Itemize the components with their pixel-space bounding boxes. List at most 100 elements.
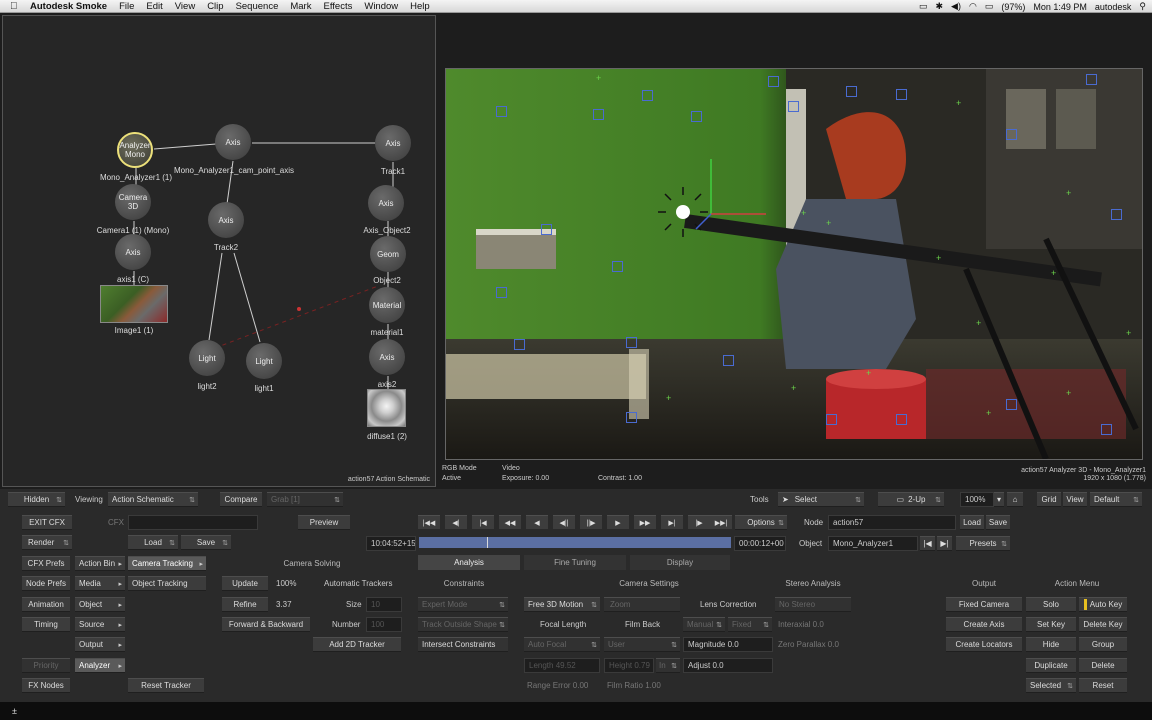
apple-icon[interactable]:  bbox=[10, 1, 20, 12]
object-tracking-button[interactable]: Object Tracking bbox=[128, 576, 206, 591]
tracker-box[interactable] bbox=[541, 224, 552, 235]
tracker-box[interactable] bbox=[1006, 399, 1017, 410]
view-button[interactable]: View bbox=[1063, 492, 1087, 507]
tracker-box[interactable] bbox=[1086, 74, 1097, 85]
animation-button[interactable]: Animation bbox=[22, 597, 70, 612]
tab-display[interactable]: Display bbox=[630, 555, 730, 570]
zoom-button[interactable]: Zoom bbox=[604, 597, 680, 612]
tracker-box[interactable] bbox=[1006, 129, 1017, 140]
step-back-icon[interactable]: ◀|| bbox=[553, 515, 575, 529]
object-button[interactable]: Object bbox=[75, 597, 125, 612]
load-dropdown[interactable]: Load bbox=[128, 535, 178, 550]
layout-dropdown[interactable]: ▭ 2-Up bbox=[878, 492, 944, 507]
compare-button[interactable]: Compare bbox=[220, 492, 262, 507]
menu-sequence[interactable]: Sequence bbox=[236, 1, 279, 12]
priority-button[interactable]: Priority bbox=[22, 658, 70, 673]
user-name[interactable]: autodesk bbox=[1095, 2, 1132, 12]
create-axis-button[interactable]: Create Axis bbox=[946, 617, 1022, 632]
menu-window[interactable]: Window bbox=[364, 1, 398, 12]
tracker-box[interactable] bbox=[896, 89, 907, 100]
length-field[interactable]: Length 49.52 bbox=[524, 658, 600, 673]
menu-view[interactable]: View bbox=[175, 1, 195, 12]
auto-focal-dropdown[interactable]: Auto Focal bbox=[524, 637, 600, 652]
camera-tracking-button[interactable]: Camera Tracking bbox=[128, 556, 206, 571]
grid-button[interactable]: Grid bbox=[1037, 492, 1061, 507]
action-bin-button[interactable]: Action Bin bbox=[75, 556, 125, 571]
menu-edit[interactable]: Edit bbox=[146, 1, 162, 12]
axis-node-top[interactable]: Axis bbox=[215, 124, 251, 160]
material-node[interactable]: Material bbox=[369, 287, 405, 323]
group-button[interactable]: Group bbox=[1079, 637, 1127, 652]
tracker-box[interactable] bbox=[642, 90, 653, 101]
tracker-box[interactable] bbox=[1101, 424, 1112, 435]
menu-help[interactable]: Help bbox=[410, 1, 430, 12]
next-key-icon[interactable]: |▶ bbox=[688, 515, 710, 529]
output-button[interactable]: Output bbox=[75, 637, 125, 652]
axis-c-node[interactable]: Axis bbox=[115, 234, 151, 270]
prev-edit-icon[interactable]: ◀◀ bbox=[499, 515, 521, 529]
magnitude-field[interactable]: Magnitude 0.0 bbox=[683, 637, 773, 652]
action-schematic[interactable]: Analyzer Mono Mono_Analyzer1 (1) Axis Mo… bbox=[2, 15, 436, 487]
axis-object2-node[interactable]: Axis bbox=[368, 185, 404, 221]
zoom-dropdown[interactable]: ▾ bbox=[994, 492, 1004, 507]
size-field[interactable]: 10 bbox=[366, 597, 402, 612]
axis2-node[interactable]: Axis bbox=[369, 339, 405, 375]
viewing-dropdown[interactable]: Action Schematic bbox=[108, 492, 198, 507]
set-key-button[interactable]: Set Key bbox=[1026, 617, 1076, 632]
cfx-prefs-button[interactable]: CFX Prefs bbox=[22, 556, 70, 571]
axis-node-right[interactable]: Axis bbox=[375, 125, 411, 161]
refine-button[interactable]: Refine bbox=[222, 597, 268, 612]
app-name[interactable]: Autodesk Smoke bbox=[30, 1, 107, 12]
prev-object-icon[interactable]: |◀ bbox=[920, 536, 935, 551]
next-edit-icon[interactable]: ▶▶ bbox=[634, 515, 656, 529]
fx-nodes-button[interactable]: FX Nodes bbox=[22, 678, 70, 693]
node-load-button[interactable]: Load bbox=[960, 515, 984, 530]
solo-button[interactable]: Solo bbox=[1026, 597, 1076, 612]
forward-backward-button[interactable]: Forward & Backward bbox=[222, 617, 310, 632]
menu-file[interactable]: File bbox=[119, 1, 134, 12]
tracker-box[interactable] bbox=[1111, 209, 1122, 220]
play-icon[interactable]: ▶ bbox=[607, 515, 629, 529]
preview-button[interactable]: Preview bbox=[298, 515, 350, 530]
goto-end-icon[interactable]: ▶▶| bbox=[710, 515, 732, 529]
tracker-box[interactable] bbox=[768, 76, 779, 87]
tracker-box[interactable] bbox=[896, 414, 907, 425]
wifi-icon[interactable]: ◠ bbox=[969, 1, 977, 12]
media-button[interactable]: Media bbox=[75, 576, 125, 591]
tracker-box[interactable] bbox=[612, 261, 623, 272]
tracker-box[interactable] bbox=[626, 412, 637, 423]
object-field[interactable]: Mono_Analyzer1 bbox=[828, 536, 918, 551]
tracker-box[interactable] bbox=[691, 111, 702, 122]
next-object-icon[interactable]: ▶| bbox=[937, 536, 952, 551]
track2-node[interactable]: Axis bbox=[208, 202, 244, 238]
select-tool-dropdown[interactable]: ➤ Select bbox=[778, 492, 864, 507]
create-locators-button[interactable]: Create Locators bbox=[946, 637, 1022, 652]
timing-button[interactable]: Timing bbox=[22, 617, 70, 632]
save-dropdown[interactable]: Save bbox=[181, 535, 231, 550]
tracker-box[interactable] bbox=[496, 106, 507, 117]
diffuse1-thumbnail[interactable] bbox=[367, 389, 406, 427]
tab-analysis[interactable]: Analysis bbox=[418, 555, 520, 570]
grab-dropdown[interactable]: Grab [1] bbox=[267, 492, 343, 507]
zoom-field[interactable]: 100% bbox=[960, 492, 994, 507]
analyzer-node[interactable]: Analyzer Mono bbox=[117, 132, 153, 168]
film-back-user-dropdown[interactable]: User bbox=[604, 637, 680, 652]
light2-node[interactable]: Light bbox=[189, 340, 225, 376]
step-forward-icon[interactable]: ||▶ bbox=[580, 515, 602, 529]
add-2d-tracker-button[interactable]: Add 2D Tracker bbox=[313, 637, 401, 652]
tracker-box[interactable] bbox=[514, 339, 525, 350]
render-dropdown[interactable]: Render bbox=[22, 535, 72, 550]
menu-clip[interactable]: Clip bbox=[207, 1, 223, 12]
expert-mode-dropdown[interactable]: Expert Mode bbox=[418, 597, 508, 612]
hidden-dropdown[interactable]: Hidden bbox=[8, 492, 65, 507]
number-field[interactable]: 100 bbox=[366, 617, 402, 632]
tracker-box[interactable] bbox=[593, 109, 604, 120]
tab-fine-tuning[interactable]: Fine Tuning bbox=[524, 555, 626, 570]
units-dropdown[interactable]: In bbox=[656, 658, 680, 673]
timecode-in[interactable]: 10:04:52+15 bbox=[366, 536, 416, 551]
presets-dropdown[interactable]: Presets bbox=[956, 536, 1010, 551]
delete-button[interactable]: Delete bbox=[1079, 658, 1127, 673]
auto-key-button[interactable]: Auto Key bbox=[1079, 597, 1127, 612]
source-button[interactable]: Source bbox=[75, 617, 125, 632]
timeline-bar[interactable] bbox=[418, 536, 732, 549]
